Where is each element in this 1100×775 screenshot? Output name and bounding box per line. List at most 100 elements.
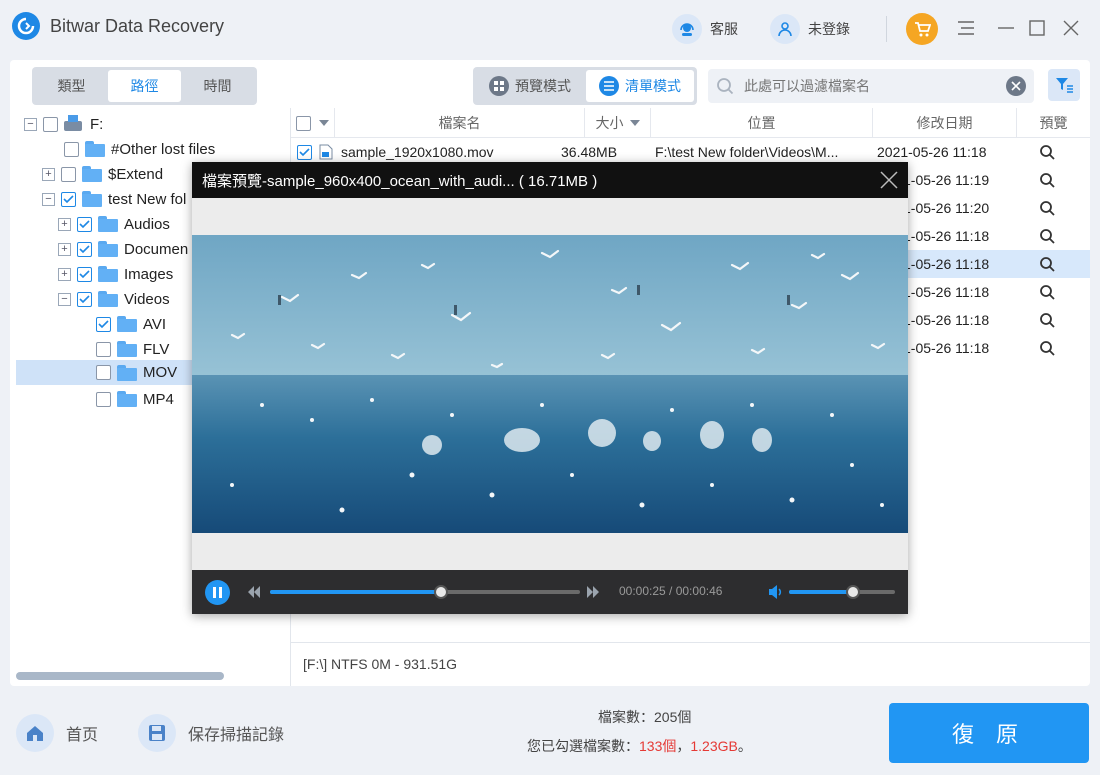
tab-path[interactable]: 路徑 <box>108 70 181 102</box>
volume-slider[interactable] <box>789 585 895 599</box>
horizontal-scrollbar[interactable] <box>16 672 224 680</box>
tree-label: Audios <box>124 215 170 233</box>
expand-toggle[interactable]: + <box>58 242 71 256</box>
preview-search-icon[interactable] <box>1039 250 1055 278</box>
collapse-toggle[interactable]: − <box>58 292 71 306</box>
search-icon <box>717 78 734 95</box>
time-display: 00:00:25 / 00:00:46 <box>619 584 723 598</box>
pause-button[interactable] <box>205 580 230 605</box>
login-button[interactable]: 未登錄 <box>770 14 850 44</box>
checkbox[interactable] <box>96 341 111 357</box>
col-location[interactable]: 位置 <box>651 108 873 138</box>
checkbox[interactable] <box>96 316 111 332</box>
rewind-icon[interactable] <box>247 586 261 598</box>
clear-search-button[interactable] <box>1006 76 1026 96</box>
preview-search-icon[interactable] <box>1039 306 1055 334</box>
folder-icon <box>82 166 102 182</box>
checkbox[interactable] <box>96 365 111 380</box>
volume-fill <box>789 590 853 594</box>
close-button[interactable] <box>1061 18 1081 38</box>
app-logo-icon <box>12 12 40 40</box>
maximize-icon <box>1029 20 1045 36</box>
tree-item-audios[interactable]: + Audios <box>58 212 170 236</box>
seek-slider[interactable] <box>270 585 580 599</box>
status-divider <box>291 642 1090 643</box>
tree-item-avi[interactable]: AVI <box>96 312 166 336</box>
checkbox[interactable] <box>96 391 111 407</box>
col-modified[interactable]: 修改日期 <box>873 108 1017 138</box>
checkbox[interactable] <box>61 166 76 182</box>
preview-title: 檔案預覽-sample_960x400_ocean_with_audi... (… <box>202 172 598 190</box>
collapse-toggle[interactable]: − <box>42 192 55 206</box>
preview-search-icon[interactable] <box>1039 194 1055 222</box>
support-button[interactable]: 客服 <box>672 14 738 44</box>
preview-search-icon[interactable] <box>1039 334 1055 362</box>
checkbox[interactable] <box>43 116 58 132</box>
tree-item-flv[interactable]: FLV <box>96 337 169 361</box>
checkbox[interactable] <box>64 141 79 157</box>
filter-icon <box>1056 78 1073 93</box>
preview-search-icon[interactable] <box>1039 166 1055 194</box>
file-modified: 1-05-26 11:18 <box>903 228 990 244</box>
checkbox[interactable] <box>77 216 92 232</box>
search-input[interactable] <box>744 78 996 94</box>
tab-time[interactable]: 時間 <box>181 70 254 102</box>
collapse-toggle[interactable]: − <box>24 117 37 131</box>
chevron-down-icon <box>319 120 329 126</box>
forward-icon[interactable] <box>586 586 600 598</box>
tree-item-test-folder[interactable]: − test New fol <box>42 187 186 211</box>
expand-toggle[interactable]: + <box>58 267 71 281</box>
tree-item-images[interactable]: + Images <box>58 262 173 286</box>
tree-label: MOV <box>143 364 178 381</box>
tab-type[interactable]: 類型 <box>35 70 108 102</box>
select-all-header[interactable] <box>291 108 335 138</box>
selected-size: 1.23GB <box>690 738 738 754</box>
tree-item-mp4[interactable]: MP4 <box>96 387 174 411</box>
cart-button[interactable] <box>906 13 938 45</box>
volume-icon[interactable] <box>768 585 784 599</box>
file-modified: 1-05-26 11:18 <box>903 256 990 272</box>
filter-button[interactable] <box>1048 69 1080 101</box>
list-icon <box>599 76 619 96</box>
expand-toggle[interactable]: + <box>58 217 71 231</box>
checkbox[interactable] <box>77 241 92 257</box>
list-mode-tab[interactable]: 清單模式 <box>586 70 694 102</box>
tree-label: $Extend <box>108 165 164 183</box>
col-name[interactable]: 檔案名 <box>335 108 585 138</box>
preview-search-icon[interactable] <box>1039 222 1055 250</box>
app-title: Bitwar Data Recovery <box>50 16 225 36</box>
expand-toggle[interactable]: + <box>42 167 55 181</box>
folder-icon <box>98 266 118 282</box>
menu-button[interactable] <box>956 18 976 38</box>
recover-button[interactable]: 復 原 <box>889 703 1089 763</box>
cart-icon <box>915 22 931 37</box>
view-tabs: 類型 路徑 時間 <box>32 67 257 105</box>
preview-search-icon[interactable] <box>1039 278 1055 306</box>
preview-close-button[interactable] <box>878 169 900 191</box>
seek-knob[interactable] <box>433 585 448 599</box>
tree-item-extend[interactable]: + $Extend <box>42 162 163 186</box>
preview-mode-tab[interactable]: 預覽模式 <box>476 70 584 102</box>
folder-icon <box>117 341 137 357</box>
preview-search-icon[interactable] <box>1039 138 1055 166</box>
selected-count: 133個 <box>639 738 677 754</box>
sort-icon <box>629 120 640 126</box>
tree-item-documents[interactable]: + Documen <box>58 237 188 261</box>
volume-knob[interactable] <box>845 585 860 599</box>
maximize-button[interactable] <box>1027 18 1047 38</box>
checkbox[interactable] <box>77 266 92 282</box>
tree-item-other-lost[interactable]: #Other lost files <box>64 137 215 161</box>
video-frame[interactable] <box>192 235 908 533</box>
save-scan-button[interactable]: 保存掃描記錄 <box>138 713 284 753</box>
folder-icon <box>117 391 137 407</box>
tree-item-drive[interactable]: − F: <box>24 112 103 136</box>
select-all-checkbox[interactable] <box>296 115 311 131</box>
folder-icon <box>117 316 137 332</box>
tree-item-videos[interactable]: − Videos <box>58 287 170 311</box>
home-button[interactable]: 首页 <box>16 713 98 753</box>
minimize-button[interactable] <box>996 18 1016 38</box>
checkbox[interactable] <box>61 191 76 207</box>
checkbox[interactable] <box>77 291 92 307</box>
home-label: 首页 <box>66 727 99 744</box>
col-size[interactable]: 大小 <box>585 108 651 138</box>
